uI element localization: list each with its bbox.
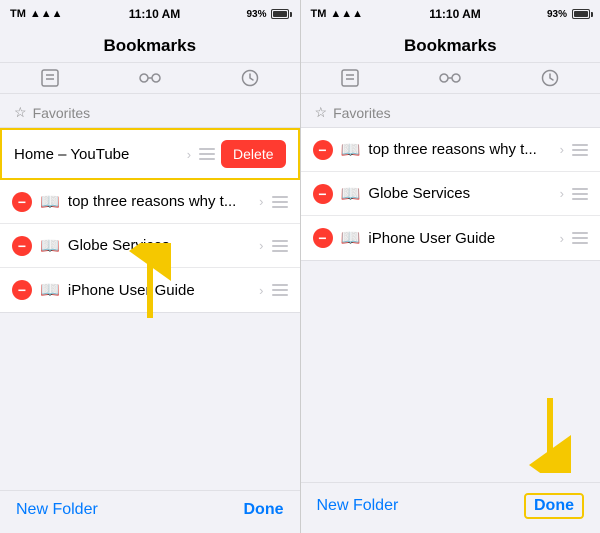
right-bottom-bar: New Folder Done bbox=[301, 482, 600, 533]
bookmark-item-home-youtube[interactable]: Home – YouTube › Delete bbox=[0, 128, 300, 180]
left-favorites-header: ☆ Favorites bbox=[0, 94, 300, 127]
tab-history-left[interactable] bbox=[200, 69, 300, 87]
drag-handle-globe-r[interactable] bbox=[572, 188, 588, 200]
bookmark-title-globe: Globe Services bbox=[68, 237, 255, 254]
delete-button-home-youtube[interactable]: Delete bbox=[221, 140, 285, 168]
right-tab-bar bbox=[301, 63, 600, 94]
bookmark-item-top-three[interactable]: − 📖 top three reasons why t... › bbox=[0, 180, 300, 224]
book-icon-top-three: 📖 bbox=[40, 192, 60, 212]
battery-icon-right bbox=[572, 9, 590, 19]
left-bookmark-list: Home – YouTube › Delete − 📖 top three re… bbox=[0, 127, 300, 313]
status-bars: TM ▲▲▲ 11:10 AM 93% TM ▲▲▲ 11:10 AM 93% bbox=[0, 0, 600, 28]
favorites-label-left: Favorites bbox=[33, 105, 91, 121]
carrier-right: TM ▲▲▲ bbox=[311, 8, 364, 20]
left-bottom-bar: New Folder Done bbox=[0, 490, 300, 533]
book-icon-iphone: 📖 bbox=[40, 280, 60, 300]
remove-btn-globe[interactable]: − bbox=[12, 236, 32, 256]
drag-handle-home-youtube[interactable] bbox=[199, 148, 215, 160]
bookmark-title-iphone-r: iPhone User Guide bbox=[368, 230, 555, 247]
tab-bookmark-right[interactable] bbox=[301, 69, 401, 87]
book-icon-globe-r: 📖 bbox=[341, 184, 361, 204]
battery-icon-left bbox=[271, 9, 289, 19]
bookmark-item-globe[interactable]: − 📖 Globe Services › bbox=[0, 224, 300, 268]
favorites-label-right: Favorites bbox=[333, 105, 391, 121]
left-tab-bar bbox=[0, 63, 300, 94]
bookmark-item-top-three-r[interactable]: − 📖 top three reasons why t... › bbox=[301, 128, 600, 172]
drag-handle-top-three[interactable] bbox=[272, 196, 288, 208]
left-panel-header: Bookmarks bbox=[0, 28, 300, 63]
chevron-globe-r: › bbox=[560, 186, 564, 201]
chevron-top-three: › bbox=[259, 194, 263, 209]
time-left: 11:10 AM bbox=[129, 7, 181, 21]
remove-btn-iphone[interactable]: − bbox=[12, 280, 32, 300]
tab-history-right[interactable] bbox=[500, 69, 600, 87]
star-icon-right: ☆ bbox=[315, 104, 328, 121]
chevron-globe: › bbox=[259, 238, 263, 253]
tab-reading-right[interactable] bbox=[400, 69, 500, 87]
right-panel: Bookmarks ☆ Favorites − 📖 top three reas… bbox=[301, 28, 600, 533]
carrier-name-right: TM bbox=[311, 8, 327, 20]
remove-btn-iphone-r[interactable]: − bbox=[313, 228, 333, 248]
drag-handle-iphone-r[interactable] bbox=[572, 232, 588, 244]
done-button-right[interactable]: Done bbox=[524, 493, 584, 519]
bookmark-title-home-youtube: Home – YouTube bbox=[14, 146, 183, 163]
drag-handle-iphone[interactable] bbox=[272, 284, 288, 296]
chevron-top-three-r: › bbox=[560, 142, 564, 157]
book-icon-top-three-r: 📖 bbox=[341, 140, 361, 160]
bookmark-item-globe-r[interactable]: − 📖 Globe Services › bbox=[301, 172, 600, 216]
bookmark-title-iphone: iPhone User Guide bbox=[68, 282, 255, 299]
bookmark-title-top-three: top three reasons why t... bbox=[68, 193, 255, 210]
bookmark-item-iphone-r[interactable]: − 📖 iPhone User Guide › bbox=[301, 216, 600, 260]
right-status-right: 93% bbox=[547, 9, 590, 20]
drag-handle-top-three-r[interactable] bbox=[572, 144, 588, 156]
battery-pct-left: 93% bbox=[246, 9, 266, 20]
tab-reading-left[interactable] bbox=[100, 69, 200, 87]
done-button-left[interactable]: Done bbox=[244, 501, 284, 519]
star-icon-left: ☆ bbox=[14, 104, 27, 121]
signal-icon-left: ▲▲▲ bbox=[30, 8, 63, 20]
book-icon-iphone-r: 📖 bbox=[341, 228, 361, 248]
time-right: 11:10 AM bbox=[429, 7, 481, 21]
carrier-name-left: TM bbox=[10, 8, 26, 20]
right-panel-header: Bookmarks bbox=[301, 28, 600, 63]
new-folder-button-right[interactable]: New Folder bbox=[317, 497, 399, 515]
panels-container: Bookmarks ☆ Favorites Home – YouTube › bbox=[0, 28, 600, 533]
new-folder-button-left[interactable]: New Folder bbox=[16, 501, 98, 519]
battery-pct-right: 93% bbox=[547, 9, 567, 20]
signal-icon-right: ▲▲▲ bbox=[330, 8, 363, 20]
remove-btn-globe-r[interactable]: − bbox=[313, 184, 333, 204]
drag-handle-globe[interactable] bbox=[272, 240, 288, 252]
right-bookmark-list: − 📖 top three reasons why t... › − 📖 Glo… bbox=[301, 127, 600, 261]
chevron-home-youtube: › bbox=[187, 147, 191, 162]
tab-bookmark-left[interactable] bbox=[0, 69, 100, 87]
remove-btn-top-three[interactable]: − bbox=[12, 192, 32, 212]
bookmark-title-top-three-r: top three reasons why t... bbox=[368, 141, 555, 158]
bookmark-title-globe-r: Globe Services bbox=[368, 185, 555, 202]
bookmark-item-iphone[interactable]: − 📖 iPhone User Guide › bbox=[0, 268, 300, 312]
right-status-left: 93% bbox=[246, 9, 289, 20]
status-bar-left: TM ▲▲▲ 11:10 AM 93% bbox=[0, 0, 301, 28]
left-panel: Bookmarks ☆ Favorites Home – YouTube › bbox=[0, 28, 301, 533]
arrow-down-annotation bbox=[520, 393, 580, 478]
right-favorites-header: ☆ Favorites bbox=[301, 94, 600, 127]
status-bar-right: TM ▲▲▲ 11:10 AM 93% bbox=[301, 0, 600, 28]
chevron-iphone: › bbox=[259, 283, 263, 298]
chevron-iphone-r: › bbox=[560, 231, 564, 246]
remove-btn-top-three-r[interactable]: − bbox=[313, 140, 333, 160]
carrier-left: TM ▲▲▲ bbox=[10, 8, 63, 20]
book-icon-globe: 📖 bbox=[40, 236, 60, 256]
